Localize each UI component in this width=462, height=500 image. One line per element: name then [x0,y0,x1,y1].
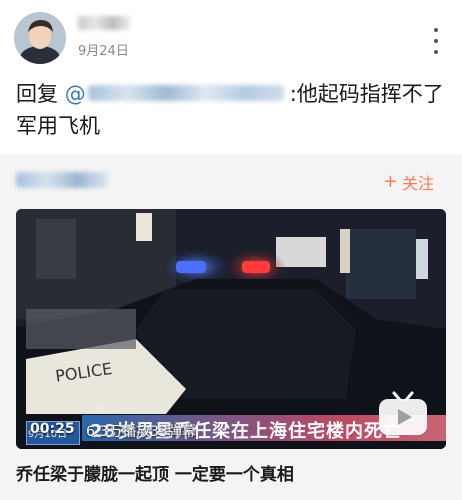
source-username-redacted[interactable] [16,172,108,188]
post-date: 9月24日 [78,44,129,59]
avatar-image [14,12,66,64]
video-duration: 00:25 [30,421,75,437]
danmaku-count: 33弹幕 [150,424,196,440]
username-redacted[interactable] [78,16,130,30]
video-player[interactable]: POLICE 上海 28岁男星乔任梁在上海住宅楼内死亡 9月10日 00:25 … [16,209,446,449]
post-header: 9月24日 [0,0,462,70]
reply-prefix: 回复 [16,82,65,106]
mention-at-sign[interactable]: @ [65,82,86,106]
plus-icon: + [382,171,398,192]
video-title[interactable]: 乔任梁于朦胧一起顶 一定要一个真相 [16,460,294,485]
more-vertical-icon[interactable] [426,28,446,54]
repost-source-row: + 关注 [16,168,446,194]
play-count: 6.3万播放 [86,424,151,440]
follow-label: 关注 [401,174,434,193]
mention-username-redacted[interactable] [87,85,284,101]
tv-play-icon[interactable] [376,391,430,437]
news-location: 上海 [86,405,106,416]
repost-card[interactable]: + 关注 POLICE 上海 28岁男星乔任梁在上海住宅楼内死亡 9月10日 0… [0,154,462,500]
reply-text: 回复 @:他起码指挥不了军用飞机 [16,78,446,142]
avatar[interactable] [14,12,66,64]
follow-button[interactable]: + 关注 [383,170,434,194]
